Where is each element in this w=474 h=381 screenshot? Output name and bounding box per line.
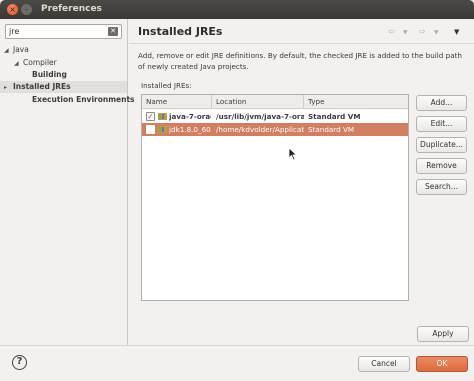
cell-name: java-7-oracl [169, 112, 211, 121]
cell-type: Standard VM [308, 112, 361, 121]
back-icon[interactable]: ⇦ [388, 27, 395, 36]
table-row[interactable]: jdk1.8.0_60 /home/kdvolder/Applicati Sta… [142, 123, 408, 136]
dialog-footer: ? Cancel OK [0, 345, 474, 381]
back-dropdown-icon[interactable]: ▼ [403, 29, 408, 36]
tree-item-java[interactable]: ◢ Java [4, 44, 29, 56]
jre-table: Name Location Type ✓ java-7-oracl /usr/l… [141, 94, 409, 301]
remove-button[interactable]: Remove [416, 158, 467, 174]
forward-icon[interactable]: ⇨ [419, 27, 426, 36]
window-title: Preferences [41, 4, 102, 14]
jre-checkbox[interactable] [146, 125, 155, 134]
search-button[interactable]: Search... [416, 179, 467, 195]
edit-button[interactable]: Edit... [416, 116, 467, 132]
expand-arrow-icon[interactable]: ◢ [4, 45, 13, 57]
add-button[interactable]: Add... [416, 95, 467, 111]
filter-value[interactable]: jre [9, 27, 19, 36]
cell-type: Standard VM [308, 125, 355, 134]
page-header: Installed JREs ⇦ ▼ ⇨ ▼ ▼ [129, 19, 474, 44]
duplicate-button[interactable]: Duplicate... [416, 137, 467, 153]
tree-item-building[interactable]: Building [23, 69, 67, 81]
page-title: Installed JREs [138, 25, 223, 38]
clear-icon[interactable]: ✕ [108, 27, 118, 36]
title-bar: × – Preferences [0, 0, 474, 19]
tree-item-installed-jres[interactable]: ▸ Installed JREs [0, 81, 127, 93]
expand-arrow-icon[interactable]: ▸ [4, 82, 13, 94]
cell-name: jdk1.8.0_60 [169, 125, 211, 134]
cell-location: /usr/lib/jvm/java-7-orac [216, 112, 304, 121]
minimize-icon[interactable]: – [21, 4, 32, 15]
table-row[interactable]: ✓ java-7-oracl /usr/lib/jvm/java-7-orac … [142, 110, 408, 123]
jre-library-icon [158, 126, 167, 133]
expand-arrow-icon[interactable]: ◢ [14, 58, 23, 70]
help-icon[interactable]: ? [12, 355, 27, 370]
cell-location: /home/kdvolder/Applicati [216, 125, 304, 134]
column-header-type[interactable]: Type [304, 95, 408, 109]
forward-dropdown-icon[interactable]: ▼ [434, 29, 439, 36]
installed-jres-label: Installed JREs: [141, 81, 192, 90]
tree-item-execution-environments[interactable]: Execution Environments [23, 94, 135, 106]
page-description: Add, remove or edit JRE definitions. By … [138, 51, 462, 71]
tree-item-compiler[interactable]: ◢ Compiler [14, 57, 57, 69]
apply-button[interactable]: Apply [417, 326, 469, 342]
table-header: Name Location Type [142, 95, 408, 109]
ok-button[interactable]: OK [416, 356, 468, 372]
jre-checkbox[interactable]: ✓ [146, 112, 155, 121]
sidebar: jre ✕ ◢ Java ◢ Compiler Building ▸ Installe… [0, 19, 135, 345]
mouse-cursor-icon [288, 147, 298, 161]
jre-library-icon [158, 113, 167, 120]
column-header-name[interactable]: Name [142, 95, 212, 109]
cancel-button[interactable]: Cancel [358, 356, 410, 372]
column-header-location[interactable]: Location [212, 95, 304, 109]
filter-input[interactable]: jre ✕ [5, 24, 122, 39]
main-panel: Installed JREs ⇦ ▼ ⇨ ▼ ▼ Add, remove or … [129, 19, 474, 345]
view-menu-icon[interactable]: ▼ [454, 28, 459, 36]
close-icon[interactable]: × [7, 4, 18, 15]
